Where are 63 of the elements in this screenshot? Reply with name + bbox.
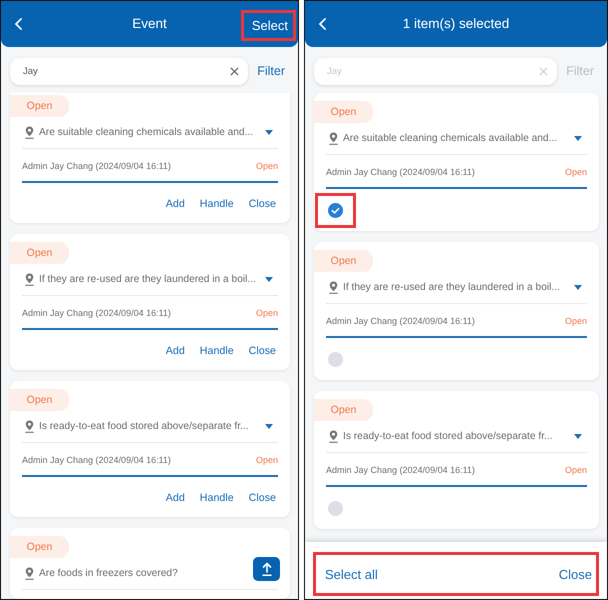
status-tag: Open (314, 399, 373, 421)
location-pin-icon (25, 272, 34, 286)
select-button[interactable]: Select (244, 13, 293, 38)
close-button[interactable]: Close (558, 562, 592, 586)
caret-icon[interactable] (265, 424, 273, 428)
question-text: Is ready-to-eat food stored above/separate fr... (343, 430, 553, 442)
filter-button[interactable]: Filter (257, 62, 285, 81)
author-text: Admin Jay Chang (2024/09/04 16:11) (22, 160, 171, 172)
screen-title: 1 item(s) selected (402, 16, 510, 32)
status-tag: Open (10, 242, 69, 264)
status-tag: Open (10, 389, 69, 411)
author-text: Admin Jay Chang (2024/09/04 16:11) (326, 316, 475, 326)
location-pin-icon (329, 280, 338, 294)
author-text: Admin Jay Chang (2024/09/04 16:11) (22, 308, 171, 318)
screen-title: Event (132, 16, 167, 32)
action-button[interactable]: Handle (198, 342, 236, 360)
back-icon[interactable] (14, 18, 22, 30)
action-button[interactable]: Close (246, 342, 278, 360)
author-text: Admin Jay Chang (2024/09/04 16:11) (326, 464, 475, 476)
caret-icon[interactable] (574, 284, 582, 290)
author-text: Admin Jay Chang (2024/09/04 16:11) (326, 166, 475, 178)
location-pin-icon (25, 566, 34, 580)
location-pin-icon (329, 132, 338, 144)
event-state: Open (256, 454, 278, 466)
arrow-up-icon (262, 562, 272, 576)
action-button[interactable]: Add (164, 196, 187, 212)
action-button[interactable]: Handle (198, 196, 236, 212)
status-tag: Open (314, 101, 373, 123)
scroll-top-button[interactable] (253, 557, 280, 581)
question-text: Are foods in freezers covered? (39, 566, 178, 580)
location-pin-icon (329, 430, 338, 442)
caret-icon[interactable] (574, 136, 582, 140)
location-pin-icon (25, 126, 34, 138)
event-state: Open (564, 316, 587, 326)
back-icon[interactable] (318, 18, 326, 30)
question-text: Is ready-to-eat food stored above/separate fr... (39, 420, 249, 432)
search-field[interactable]: Jay (10, 58, 248, 85)
event-state: Open (564, 464, 587, 476)
checkbox[interactable] (328, 501, 343, 516)
question-text: Are suitable cleaning chemicals available and... (39, 126, 254, 138)
status-tag: Open (10, 536, 69, 558)
caret-icon[interactable] (265, 130, 273, 134)
event-state: Open (256, 308, 278, 318)
caret-icon[interactable] (265, 276, 273, 282)
question-text: If they are re-used are they laundered in a boil... (39, 272, 256, 286)
select-all-button[interactable]: Select all (325, 562, 378, 586)
location-pin-icon (25, 420, 34, 432)
action-button[interactable]: Handle (198, 490, 236, 506)
event-state: Open (564, 166, 587, 178)
action-button[interactable]: Close (246, 196, 278, 212)
checkbox[interactable] (328, 203, 343, 218)
author-text: Admin Jay Chang (2024/09/04 16:11) (22, 454, 171, 466)
clear-icon[interactable] (230, 67, 240, 76)
event-state: Open (256, 160, 278, 172)
status-tag: Open (314, 250, 373, 272)
checkbox[interactable] (328, 352, 343, 367)
question-text: Are suitable cleaning chemicals available and... (343, 132, 558, 144)
status-tag: Open (10, 95, 69, 117)
caret-icon[interactable] (574, 434, 582, 438)
question-text: If they are re-used are they laundered in a boil... (343, 280, 560, 294)
action-button[interactable]: Close (246, 490, 278, 506)
action-button[interactable]: Add (164, 342, 187, 360)
action-button[interactable]: Add (164, 490, 187, 506)
